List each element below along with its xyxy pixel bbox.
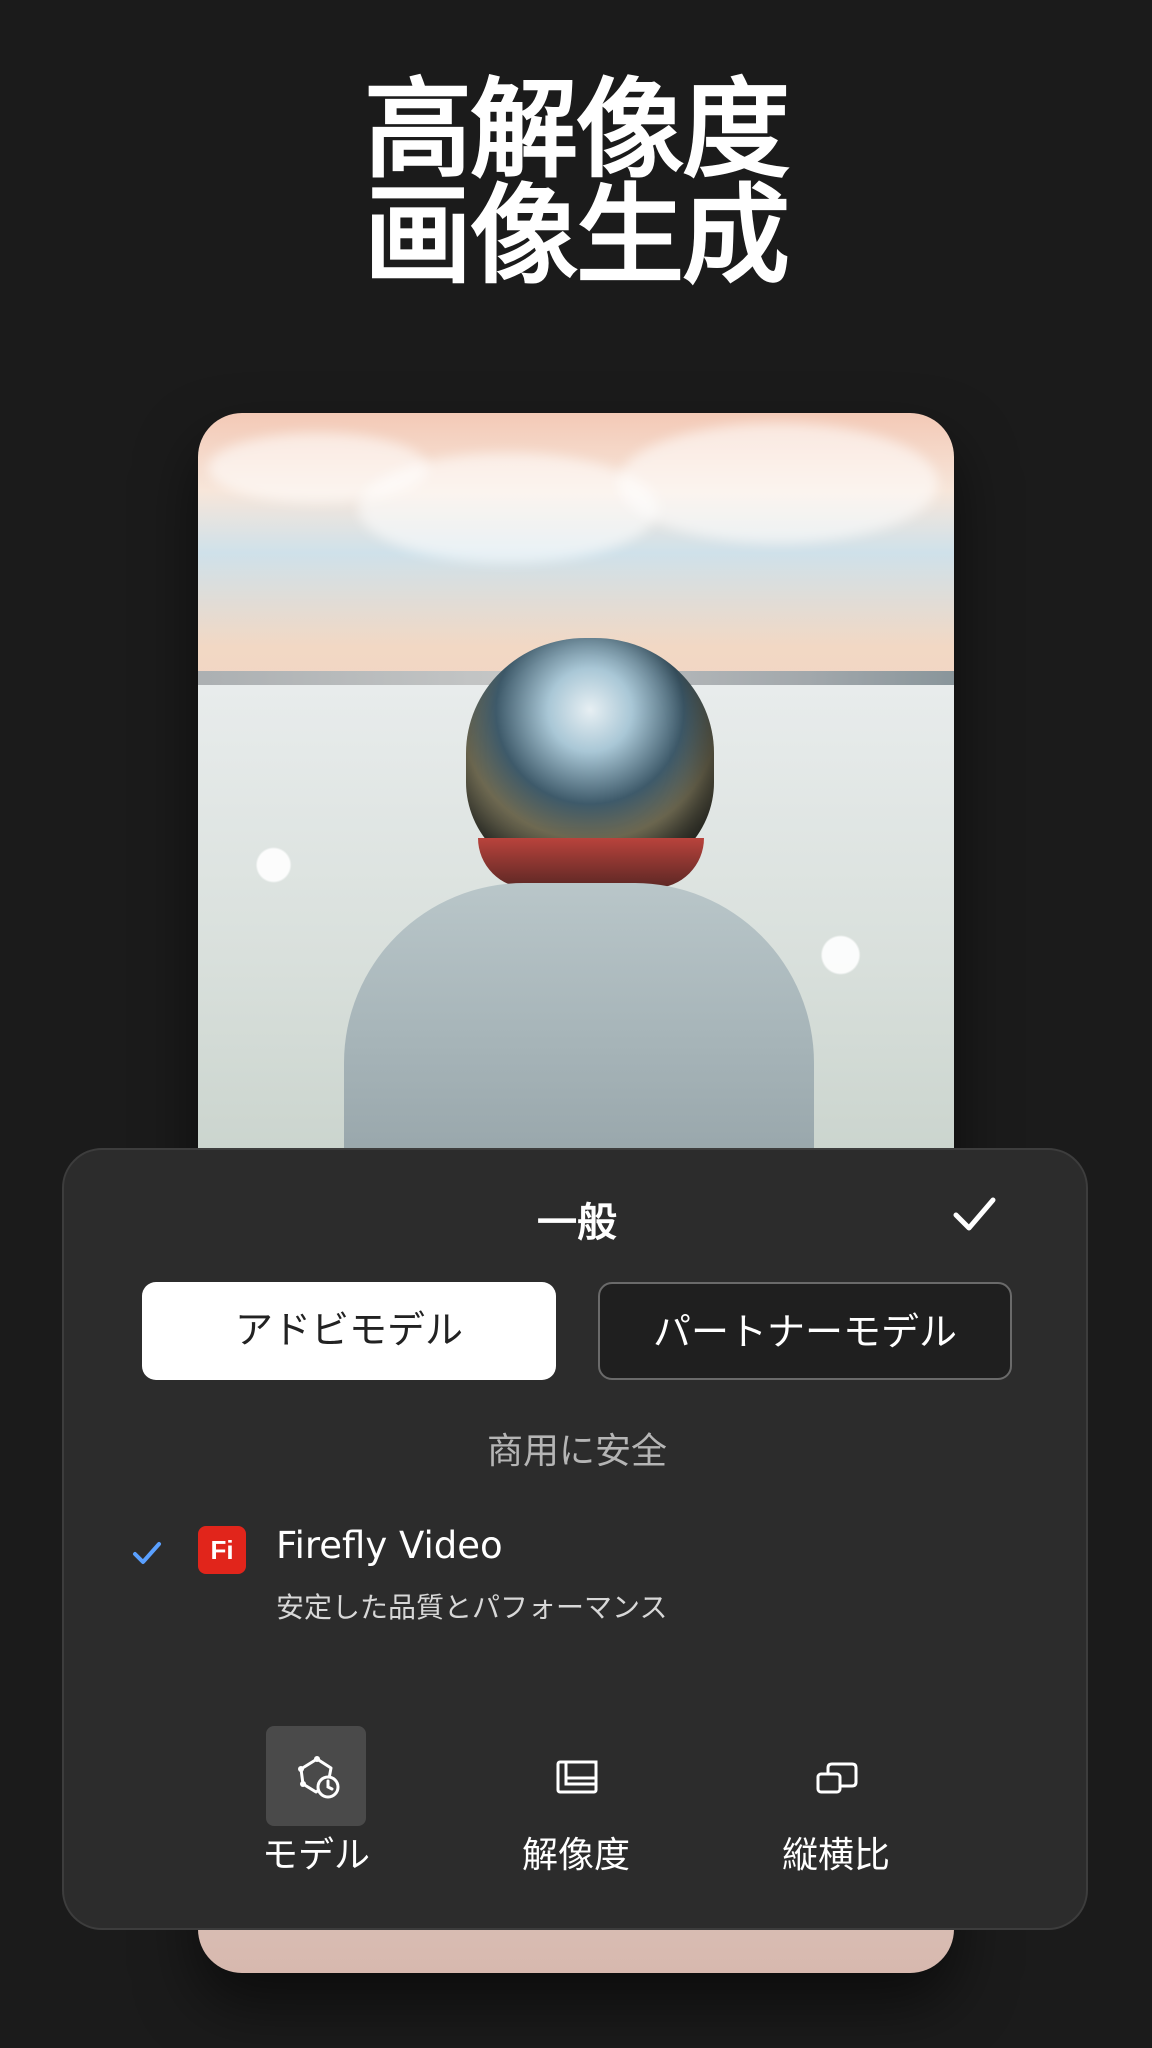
tab-adobe-models[interactable]: アドビモデル: [142, 1282, 556, 1380]
confirm-button[interactable]: [944, 1184, 1004, 1244]
panel-title: 一般: [537, 1200, 617, 1246]
tool-resolution[interactable]: 解像度: [476, 1726, 676, 1876]
helmet-rim: [478, 838, 704, 888]
tool-aspect-ratio-label: 縦横比: [781, 1835, 890, 1876]
tool-model-icon-wrap: [266, 1726, 366, 1826]
tool-resolution-icon-wrap: [526, 1726, 626, 1826]
section-label: 商用に安全: [486, 1431, 667, 1472]
cloud: [618, 423, 938, 543]
tool-aspect-ratio[interactable]: 縦横比: [736, 1726, 936, 1876]
tool-model-label: モデル: [261, 1835, 370, 1876]
checkmark-icon: [953, 1197, 996, 1231]
tool-aspect-ratio-icon-wrap: [786, 1726, 886, 1826]
tab-partner-models[interactable]: パートナーモデル: [598, 1282, 1012, 1380]
selected-check-icon: [133, 1542, 161, 1564]
headline-line-1: 高解像度: [363, 68, 790, 193]
model-icon: [298, 1756, 340, 1799]
tool-resolution-label: 解像度: [521, 1835, 630, 1876]
resolution-icon: [556, 1760, 598, 1794]
headline-line-2: 画像生成: [363, 174, 790, 299]
aspect-ratio-icon: [816, 1762, 858, 1794]
model-option-firefly-video[interactable]: Fi Firefly Video 安定した品質とパフォーマンス: [64, 1522, 1090, 1652]
settings-panel: 一般 アドビモデル パートナーモデル 商用に安全 Fi Firefly Vide…: [62, 1148, 1088, 1930]
cloud: [358, 453, 658, 563]
model-description: 安定した品質とパフォーマンス: [276, 1591, 668, 1624]
headline: 高解像度 画像生成: [0, 68, 1152, 299]
model-name: Firefly Video: [276, 1524, 503, 1567]
firefly-logo-icon: Fi: [198, 1526, 246, 1574]
tool-model[interactable]: モデル: [216, 1726, 416, 1876]
